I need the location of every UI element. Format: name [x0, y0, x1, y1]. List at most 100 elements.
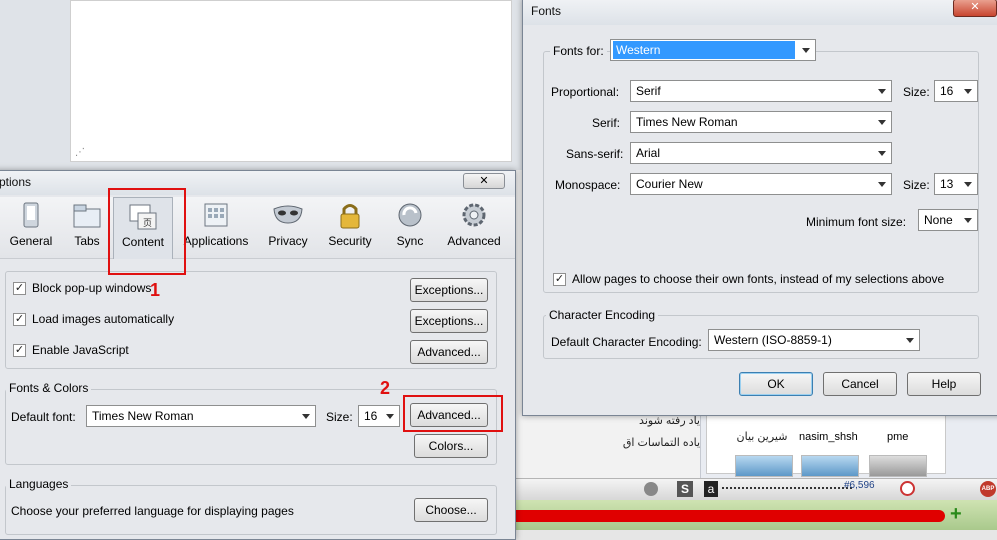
- fonts-title: Fonts: [531, 4, 562, 18]
- user-thumbnail[interactable]: [869, 455, 927, 477]
- tab-sync[interactable]: Sync: [385, 201, 435, 248]
- fonts-colors-group-label: Fonts & Colors: [6, 381, 92, 395]
- annotation-number-2: 2: [380, 378, 391, 398]
- languages-group: Languages Choose your preferred language…: [5, 477, 497, 535]
- s-addon-icon[interactable]: S: [677, 481, 693, 497]
- allow-pages-fonts-checkbox[interactable]: ✓: [553, 273, 566, 286]
- tab-label: Security: [328, 234, 372, 248]
- default-font-select[interactable]: Times New Roman: [86, 405, 316, 427]
- content-options-group: ✓ Block pop-up windows Exceptions... ✓ L…: [5, 271, 497, 369]
- monospace-size-value: 13: [940, 177, 954, 191]
- general-icon: [23, 202, 39, 228]
- enable-js-label: Enable JavaScript: [32, 343, 129, 357]
- tab-general[interactable]: General: [5, 201, 57, 248]
- page-content-area: ⋰: [70, 0, 512, 162]
- choose-language-button[interactable]: Choose...: [414, 498, 488, 522]
- chevron-down-icon: [906, 338, 914, 343]
- tab-privacy[interactable]: Privacy: [261, 201, 315, 248]
- min-font-size-value: None: [924, 213, 953, 227]
- tab-advanced[interactable]: Advanced: [443, 201, 505, 248]
- serif-select[interactable]: Times New Roman: [630, 111, 892, 133]
- monospace-select[interactable]: Courier New: [630, 173, 892, 195]
- user-name[interactable]: nasim_shsh: [799, 431, 858, 443]
- close-button[interactable]: ✕: [953, 0, 997, 17]
- ok-button[interactable]: OK: [739, 372, 813, 396]
- tab-label: Sync: [396, 234, 424, 248]
- chevron-down-icon: [878, 89, 886, 94]
- annotation-number-1: 1: [150, 280, 161, 300]
- clock-icon[interactable]: [900, 481, 915, 496]
- tab-security[interactable]: Security: [323, 201, 377, 248]
- proportional-size-select[interactable]: 16: [934, 80, 978, 102]
- user-grid: شیرین بیان nasim_shsh pme: [706, 412, 946, 477]
- fonts-for-group: Fonts for: Western Proportional: Serif S…: [543, 39, 979, 293]
- proportional-value: Serif: [636, 84, 661, 98]
- close-icon: ✕: [970, 1, 980, 13]
- images-exceptions-button[interactable]: Exceptions...: [410, 309, 488, 333]
- min-font-size-select[interactable]: None: [918, 209, 978, 231]
- tab-tabs[interactable]: Tabs: [61, 201, 113, 248]
- sans-serif-select[interactable]: Arial: [630, 142, 892, 164]
- default-encoding-value: Western (ISO-8859-1): [714, 333, 832, 347]
- proportional-select[interactable]: Serif: [630, 80, 892, 102]
- options-dialog: ptions ✕ General Tabs 页 Content Applicat…: [0, 170, 516, 540]
- fonts-for-value: Western: [613, 41, 795, 59]
- colors-button[interactable]: Colors...: [414, 434, 488, 458]
- min-font-size-label: Minimum font size:: [806, 215, 907, 229]
- chevron-down-icon: [878, 151, 886, 156]
- monospace-size-label: Size:: [903, 178, 930, 192]
- user-name[interactable]: pme: [887, 431, 908, 443]
- languages-text: Choose your preferred language for displ…: [11, 504, 294, 518]
- sans-serif-label: Sans-serif:: [566, 147, 624, 161]
- user-thumbnail[interactable]: [735, 455, 793, 477]
- popup-exceptions-button[interactable]: Exceptions...: [410, 278, 488, 302]
- fonts-dialog: Fonts ✕ Fonts for: Western Proportional:…: [522, 0, 997, 416]
- load-images-label: Load images automatically: [32, 312, 175, 326]
- add-icon[interactable]: +: [950, 504, 962, 524]
- gear-icon: [462, 203, 486, 227]
- annotation-box-content-tab: [108, 188, 186, 275]
- status-bar: S a #6,596 ABP: [512, 478, 997, 500]
- load-images-checkbox[interactable]: ✓: [13, 313, 26, 326]
- character-encoding-group: Character Encoding Default Character Enc…: [543, 308, 979, 359]
- options-title: ptions: [0, 175, 32, 189]
- js-advanced-button[interactable]: Advanced...: [410, 340, 488, 364]
- fonts-for-label: Fonts for:: [550, 44, 607, 58]
- skype-icon[interactable]: [644, 482, 658, 496]
- cancel-button[interactable]: Cancel: [823, 372, 897, 396]
- languages-group-label: Languages: [6, 477, 72, 491]
- default-encoding-select[interactable]: Western (ISO-8859-1): [708, 329, 920, 351]
- resize-grip-icon: ⋰: [75, 147, 85, 158]
- sync-icon: [398, 203, 422, 227]
- traffic-graph: [722, 487, 852, 491]
- user-name[interactable]: شیرین بیان: [727, 430, 797, 443]
- close-button[interactable]: ✕: [463, 173, 505, 189]
- fonts-titlebar: Fonts: [523, 0, 997, 25]
- status-count: #6,596: [844, 480, 875, 491]
- options-toolbar: General Tabs 页 Content Applications Priv…: [0, 197, 515, 259]
- abp-icon[interactable]: ABP: [980, 481, 996, 497]
- user-thumbnail[interactable]: [801, 455, 859, 477]
- privacy-mask-icon: [273, 205, 303, 224]
- options-titlebar: ptions: [0, 171, 515, 195]
- fonts-for-select[interactable]: Western: [610, 39, 816, 61]
- allow-pages-fonts-label: Allow pages to choose their own fonts, i…: [572, 272, 945, 286]
- monospace-size-select[interactable]: 13: [934, 173, 978, 195]
- block-popups-label: Block pop-up windows: [32, 281, 152, 295]
- tabs-icon: [73, 204, 101, 228]
- default-size-select[interactable]: 16: [358, 405, 400, 427]
- serif-label: Serif:: [592, 116, 621, 130]
- tab-label: Tabs: [74, 234, 100, 248]
- tab-label: Applications: [183, 234, 249, 248]
- chevron-down-icon: [878, 120, 886, 125]
- proportional-size-value: 16: [940, 84, 954, 98]
- chevron-down-icon: [302, 414, 310, 419]
- help-button[interactable]: Help: [907, 372, 981, 396]
- block-popups-checkbox[interactable]: ✓: [13, 282, 26, 295]
- alexa-icon[interactable]: a: [704, 481, 718, 497]
- rtl-text-line: یاده التماسات اق: [622, 437, 700, 449]
- size-label: Size:: [326, 410, 353, 424]
- default-font-value: Times New Roman: [92, 409, 194, 423]
- enable-js-checkbox[interactable]: ✓: [13, 344, 26, 357]
- tab-applications[interactable]: Applications: [181, 201, 251, 248]
